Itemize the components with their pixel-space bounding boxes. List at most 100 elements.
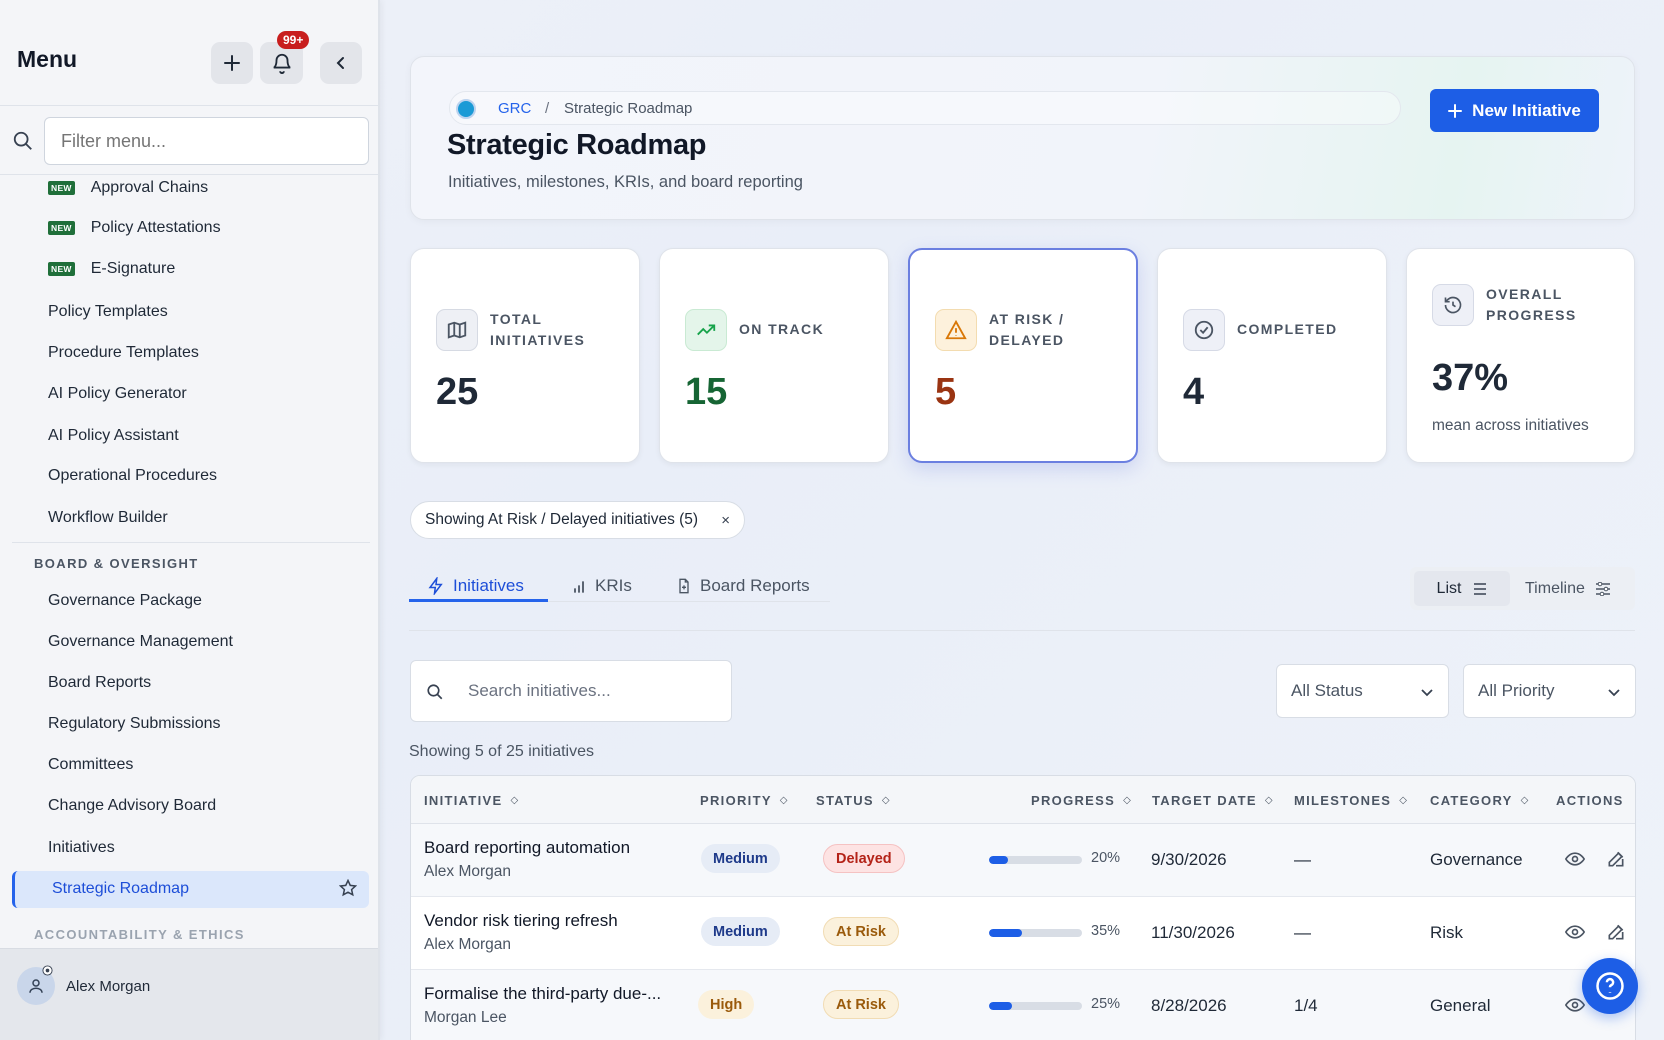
initiative-owner: Alex Morgan	[424, 863, 512, 880]
sidebar-item-policy-templates[interactable]: Policy Templates	[48, 300, 168, 324]
initiative-name[interactable]: Formalise the third-party due-...	[424, 984, 661, 1004]
sidebar-item-procedure-templates[interactable]: Procedure Templates	[48, 341, 199, 365]
tab-label: KRIs	[595, 576, 632, 595]
progress-fill	[989, 929, 1022, 937]
tab-board-reports[interactable]: Board Reports	[676, 568, 810, 604]
sidebar-item-strategic-roadmap[interactable]: Strategic Roadmap	[12, 871, 369, 908]
sort-icon: ◇	[1264, 795, 1274, 806]
active-filter-chip[interactable]: Showing At Risk / Delayed initiatives (5…	[410, 501, 745, 539]
new-tag: NEW	[48, 262, 75, 276]
column-label: PRIORITY	[700, 793, 772, 808]
view-icon[interactable]	[1565, 995, 1585, 1015]
sidebar-item-ai-policy-generator[interactable]: AI Policy Generator	[48, 382, 187, 406]
search-initiatives-input[interactable]: Search initiatives...	[410, 660, 732, 722]
column-label: PROGRESS	[1031, 793, 1116, 808]
page-title: Strategic Roadmap	[447, 129, 707, 161]
progress-bar	[989, 929, 1082, 937]
table-row[interactable]: Vendor risk tiering refresh Alex Morgan …	[411, 897, 1635, 970]
sidebar-item-policy-attestations[interactable]: NEW Policy Attestations	[48, 216, 221, 240]
status-filter-select[interactable]: All Status	[1276, 664, 1449, 718]
lightning-icon	[428, 577, 443, 595]
sidebar-item-initiatives[interactable]: Initiatives	[48, 836, 115, 860]
category-value: Risk	[1430, 923, 1464, 942]
sidebar-item-operational-procedures[interactable]: Operational Procedures	[48, 464, 217, 488]
sidebar-item-label: E-Signature	[90, 260, 176, 277]
stat-card-at-risk-delayed[interactable]: AT RISK / DELAYED 5	[908, 248, 1138, 463]
add-button[interactable]	[211, 42, 253, 84]
sidebar-item-regulatory-submissions[interactable]: Regulatory Submissions	[48, 712, 221, 736]
sidebar-item-board-reports[interactable]: Board Reports	[48, 671, 151, 695]
priority-badge: High	[698, 990, 755, 1019]
chevron-down-icon	[1608, 689, 1620, 697]
stat-card-total-initiatives[interactable]: TOTAL INITIATIVES 25	[410, 248, 640, 463]
initiative-name[interactable]: Board reporting automation	[424, 838, 630, 858]
sidebar-item-approval-chains[interactable]: NEW Approval Chains	[48, 176, 208, 200]
star-icon[interactable]	[339, 879, 357, 897]
column-header-priority[interactable]: PRIORITY ◇	[700, 793, 789, 808]
table-row[interactable]: Board reporting automation Alex Morgan M…	[411, 824, 1635, 897]
view-list-button[interactable]: List	[1414, 571, 1510, 606]
column-label: CATEGORY	[1430, 793, 1513, 808]
help-button[interactable]	[1582, 958, 1638, 1014]
collapse-sidebar-button[interactable]	[320, 42, 362, 84]
edit-icon[interactable]	[1606, 922, 1626, 942]
plus-icon	[224, 55, 240, 71]
file-icon	[679, 578, 689, 594]
stat-card-on-track[interactable]: ON TRACK 15	[659, 248, 889, 463]
view-icon[interactable]	[1565, 849, 1585, 869]
stat-card-completed[interactable]: COMPLETED 4	[1157, 248, 1387, 463]
sidebar-item-committees[interactable]: Committees	[48, 753, 133, 777]
view-icon[interactable]	[1565, 922, 1585, 942]
status-badge: At Risk	[823, 990, 899, 1019]
sidebar-item-change-advisory-board[interactable]: Change Advisory Board	[48, 794, 216, 818]
user-footer[interactable]: Alex Morgan	[0, 948, 378, 1040]
sidebar-item-workflow-builder[interactable]: Workflow Builder	[48, 506, 168, 530]
stat-label: OVERALL PROGRESS	[1486, 286, 1577, 323]
sidebar-item-ai-policy-assistant[interactable]: AI Policy Assistant	[48, 424, 179, 448]
breadcrumb: GRC / Strategic Roadmap	[449, 91, 1401, 125]
stat-card-overall-progress[interactable]: OVERALL PROGRESS 37% mean across initiat…	[1406, 248, 1635, 463]
new-tag: NEW	[48, 221, 75, 235]
view-timeline-button[interactable]: Timeline	[1525, 571, 1611, 606]
column-header-initiative[interactable]: INITIATIVE ◇	[424, 793, 519, 808]
sidebar: Menu 99+ NEW Approval Chains NEW Policy At…	[0, 0, 380, 1040]
breadcrumb-link-grc[interactable]: GRC	[498, 100, 531, 117]
help-icon	[1596, 972, 1624, 1000]
column-header-milestones[interactable]: MILESTONES ◇	[1294, 793, 1408, 808]
tab-kris[interactable]: KRIs	[573, 568, 632, 604]
divider	[409, 630, 1635, 631]
target-date: 9/30/2026	[1151, 850, 1227, 869]
target-date: 8/28/2026	[1151, 996, 1227, 1015]
progress-value: 25%	[1091, 996, 1121, 1012]
tab-label: Board Reports	[700, 576, 810, 595]
filter-menu-input[interactable]	[44, 117, 369, 165]
sidebar-item-label: Approval Chains	[90, 179, 209, 196]
sidebar-item-e-signature[interactable]: NEW E-Signature	[48, 257, 175, 281]
column-header-status[interactable]: STATUS ◇	[816, 793, 891, 808]
column-header-category[interactable]: CATEGORY ◇	[1430, 793, 1530, 808]
sort-icon: ◇	[1123, 795, 1133, 806]
status-badge: Delayed	[823, 844, 905, 873]
filter-chip-label: Showing At Risk / Delayed initiatives (5…	[425, 511, 699, 528]
sliders-icon	[1595, 581, 1610, 596]
progress-value: 20%	[1091, 850, 1121, 866]
edit-icon[interactable]	[1606, 849, 1626, 869]
sort-icon: ◇	[1520, 795, 1530, 806]
target-date: 11/30/2026	[1151, 923, 1235, 942]
column-header-progress[interactable]: PROGRESS ◇	[1031, 793, 1132, 808]
list-icon	[1474, 582, 1487, 595]
column-header-target-date[interactable]: TARGET DATE ◇	[1152, 793, 1274, 808]
priority-filter-select[interactable]: All Priority	[1463, 664, 1636, 718]
initiative-name[interactable]: Vendor risk tiering refresh	[424, 911, 618, 931]
sidebar-title: Menu	[17, 46, 78, 72]
sidebar-item-governance-package[interactable]: Governance Package	[48, 589, 202, 613]
stat-value: 37%	[1432, 357, 1509, 399]
close-icon[interactable]: ×	[721, 512, 730, 529]
breadcrumb-current: Strategic Roadmap	[564, 100, 693, 117]
map-icon	[436, 309, 478, 351]
new-initiative-button[interactable]: New Initiative	[1430, 89, 1599, 132]
table-row[interactable]: Formalise the third-party due-... Morgan…	[411, 970, 1635, 1040]
sidebar-item-governance-management[interactable]: Governance Management	[48, 630, 233, 654]
initiative-owner: Alex Morgan	[424, 936, 512, 953]
stat-label: AT RISK / DELAYED	[989, 311, 1065, 348]
